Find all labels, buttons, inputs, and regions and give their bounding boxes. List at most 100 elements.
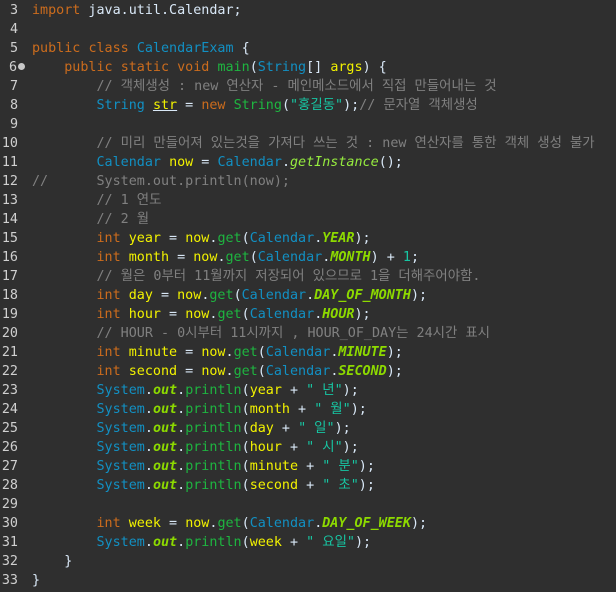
code-token: String [96,98,145,113]
code-line[interactable]: 8 String str = new String("홍길동");// 문자열 … [0,96,616,115]
code-token: . [144,421,153,436]
code-line[interactable]: 19 int hour = now.get(Calendar.HOUR); [0,305,616,324]
code-token: ) { [362,60,387,75]
code-text: // System.out.println(now); [32,172,290,191]
code-token: // 월은 0부터 11월까지 저장되어 있으므로 1을 더해주어야함. [96,269,481,284]
line-number: 24 [1,402,18,417]
code-token: ); [410,516,428,531]
code-token: ); [410,288,428,303]
code-token: int [96,288,121,303]
code-line[interactable]: 24 System.out.println(month + " 월"); [0,400,616,419]
code-line[interactable]: 28 System.out.println(second + " 초"); [0,476,616,495]
code-line[interactable]: 12 // System.out.println(now); [0,172,616,191]
code-token: minute [128,345,178,360]
code-line[interactable]: 5 public class CalendarExam { [0,39,616,58]
code-text: // 미리 만들어져 있는것을 가져다 쓰는 것 : new 연산자를 통한 객… [32,134,595,153]
code-line[interactable]: 13 // 1 연도 [0,191,616,210]
line-number: 5 [9,41,18,56]
code-text: int hour = now.get(Calendar.HOUR); [32,305,371,324]
code-token: ); [343,98,360,113]
code-line[interactable]: 16 int month = now.get(Calendar.MONTH) +… [0,248,616,267]
code-token: . [177,459,186,474]
code-line[interactable]: 32 } [0,552,616,571]
code-line[interactable]: 33} [0,571,616,590]
code-line[interactable]: 29 [0,495,616,514]
code-line[interactable]: 3 import java.util.Calendar; [0,1,616,20]
code-token: Calendar [257,250,323,265]
code-token: ) + [370,250,403,265]
code-token: minute [249,459,299,474]
code-line[interactable]: 21 int minute = now.get(Calendar.MINUTE)… [0,343,616,362]
code-line[interactable]: 30 int week = now.get(Calendar.DAY_OF_WE… [0,514,616,533]
code-line[interactable]: 15 int year = now.get(Calendar.YEAR); [0,229,616,248]
code-line[interactable]: 9 [0,115,616,134]
code-line[interactable]: 20 // HOUR - 0시부터 11시까지 , HOUR_OF_DAY는 2… [0,324,616,343]
code-token: now [169,155,194,170]
code-text: } [32,552,72,571]
line-number: 23 [1,383,18,398]
code-token: YEAR [322,231,355,246]
code-token: get [233,364,258,379]
code-line[interactable]: 23 System.out.println(year + " 년"); [0,381,616,400]
code-line[interactable]: 4 [0,20,616,39]
code-line[interactable]: 25 System.out.println(day + " 일"); [0,419,616,438]
line-number: 15 [1,231,18,246]
code-text: } [32,571,40,590]
code-text: int month = now.get(Calendar.MONTH) + 1; [32,248,420,267]
code-line[interactable]: 22 int second = now.get(Calendar.SECOND)… [0,362,616,381]
code-token: class [88,41,129,56]
code-line[interactable]: 17 // 월은 0부터 11월까지 저장되어 있으므로 1을 더해주어야함. [0,267,616,286]
code-line[interactable]: 11 Calendar now = Calendar.getInstance()… [0,153,616,172]
code-token: = [169,250,194,265]
code-token: System [96,383,145,398]
code-line[interactable]: 10 // 미리 만들어져 있는것을 가져다 쓰는 것 : new 연산자를 통… [0,134,616,153]
code-token: ( [241,440,250,455]
code-token: { [233,41,250,56]
code-editor[interactable]: 3 import java.util.Calendar; 4 5 public clas… [0,0,616,592]
line-number: 28 [1,478,18,493]
code-line[interactable]: 14 // 2 월 [0,210,616,229]
code-token: System [96,440,145,455]
code-token: ( [241,478,250,493]
code-text: // 객체생성 : new 연산자 - 메인메소드에서 직접 만들어내는 것 [32,77,497,96]
code-token: System [96,402,145,417]
code-line[interactable]: 7 // 객체생성 : new 연산자 - 메인메소드에서 직접 만들어내는 것 [0,77,616,96]
code-line[interactable]: 31 System.out.println(week + " 요일"); [0,533,616,552]
code-token: (); [378,155,403,170]
line-number: 16 [1,250,18,265]
code-token: . [177,535,186,550]
code-line[interactable]: 6 public static void main(String[] args)… [0,58,616,77]
code-line[interactable]: 27 System.out.println(minute + " 분"); [0,457,616,476]
code-token: get [233,345,258,360]
code-token: . [177,421,186,436]
code-token: " 분" [322,459,359,474]
code-token: ( [241,383,250,398]
line-number: 13 [1,193,18,208]
code-token: . [177,383,186,398]
fold-toggle-icon[interactable] [18,63,25,70]
code-text: System.out.println(day + " 일"); [32,419,351,438]
code-token: println [185,402,242,417]
code-token: " 년" [306,383,343,398]
code-token: " 초" [322,478,359,493]
code-token: = [161,516,186,531]
code-token: get [217,307,242,322]
code-token: = [177,98,202,113]
code-line[interactable]: 26 System.out.println(hour + " 시"); [0,438,616,457]
code-token: // 문자열 객체생성 [359,98,478,113]
code-token: // 미리 만들어져 있는것을 가져다 쓰는 것 : new 연산자를 통한 객… [96,136,595,151]
code-token: DAY_OF_MONTH [314,288,411,303]
code-text: import java.util.Calendar; [32,1,242,20]
code-token: Calendar [265,364,331,379]
code-text: System.out.println(hour + " 시"); [32,438,359,457]
code-token: MONTH [330,250,371,265]
code-line[interactable]: 18 int day = now.get(Calendar.DAY_OF_MON… [0,286,616,305]
code-token: hour [128,307,161,322]
